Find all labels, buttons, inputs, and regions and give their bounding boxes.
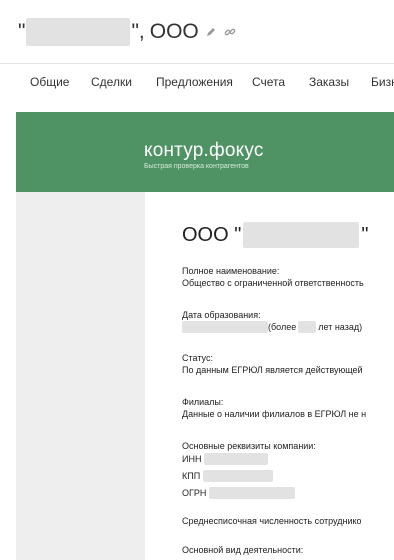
founded-more: (более <box>268 322 297 332</box>
tab-bar: Общие Сделки Предложения Счета Заказы Би… <box>0 64 394 100</box>
branches-value: Данные о наличии филиалов в ЕГРЮЛ не н <box>182 409 367 419</box>
ogrn-row: ОГРН <box>182 487 296 499</box>
full-name-label: Полное наименование: <box>182 266 280 276</box>
founded-ago: лет назад) <box>318 322 363 332</box>
founded-value: (более лет назад) <box>182 321 362 333</box>
status-label: Статус: <box>182 353 213 363</box>
title-quote-open: " <box>18 20 26 43</box>
full-name-value: Общество с ограниченной ответственность <box>182 278 364 288</box>
branches-label: Филиалы: <box>182 397 224 407</box>
logo-tagline: Быстрая проверка контрагентов <box>144 163 249 170</box>
report-card: ООО " " Полное наименование: Общество с … <box>145 192 394 560</box>
kpp-row: КПП <box>182 470 274 482</box>
redacted-ogrn <box>209 487 296 499</box>
tab-orders[interactable]: Заказы <box>309 75 349 89</box>
tab-invoices[interactable]: Счета <box>252 75 285 89</box>
kpp-label: КПП <box>182 471 201 481</box>
company-title: ООО " " <box>182 222 368 248</box>
company-title-suffix: " <box>361 223 369 246</box>
requisites-label: Основные реквизиты компании: <box>182 441 316 451</box>
inn-label: ИНН <box>182 454 202 464</box>
redacted-kpp <box>203 470 274 482</box>
title-org-form: ООО <box>149 20 199 43</box>
title-quote-close: ", <box>131 20 145 43</box>
redacted-inn <box>204 453 269 465</box>
headcount-label: Среднесписочная численность сотруднико <box>182 516 362 526</box>
page-title: " ", ООО <box>18 16 237 48</box>
activity-label: Основной вид деятельности: <box>182 545 304 555</box>
kontur-focus-logo: контур.фокус <box>144 140 264 161</box>
company-title-prefix: ООО " <box>182 223 242 246</box>
status-value: По данным ЕГРЮЛ является действующей <box>182 365 363 375</box>
redacted-company-name <box>243 222 360 248</box>
ogrn-label: ОГРН <box>182 488 207 498</box>
tab-business[interactable]: Бизн <box>371 75 394 89</box>
pencil-icon[interactable] <box>204 25 218 39</box>
inn-row: ИНН <box>182 453 269 465</box>
tab-deals[interactable]: Сделки <box>91 75 132 89</box>
tab-general[interactable]: Общие <box>30 75 69 89</box>
redacted-company-name <box>26 18 131 46</box>
tab-offers[interactable]: Предложения <box>156 75 233 89</box>
link-icon[interactable] <box>223 25 237 39</box>
redacted-founded-date <box>182 321 268 333</box>
redacted-years <box>298 321 317 333</box>
founded-label: Дата образования: <box>182 310 261 320</box>
report-frame: контур.фокус Быстрая проверка контрагент… <box>16 112 394 560</box>
kontur-banner: контур.фокус Быстрая проверка контрагент… <box>16 112 394 192</box>
